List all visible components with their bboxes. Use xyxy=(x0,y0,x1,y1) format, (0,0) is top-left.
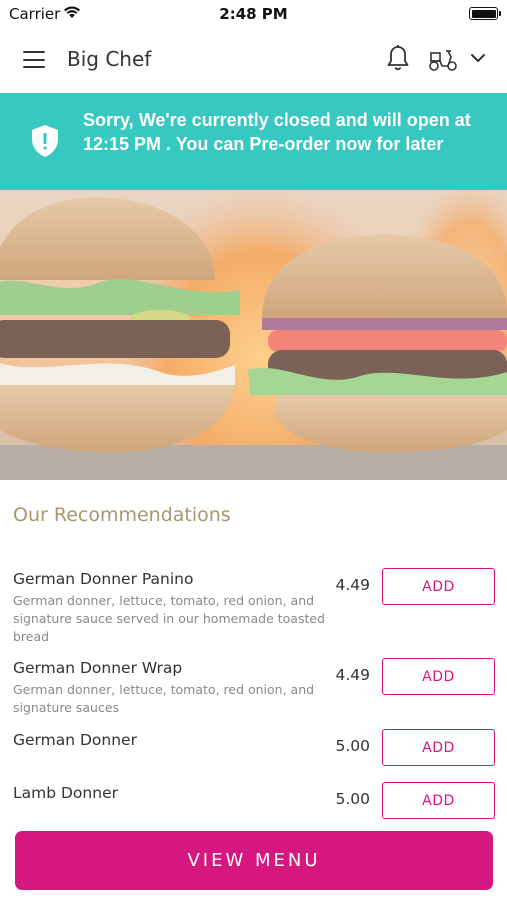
add-button[interactable]: ADD xyxy=(382,729,495,766)
hamburger-menu-icon[interactable] xyxy=(23,51,45,68)
item-name: German Donner Panino xyxy=(13,570,194,588)
add-button[interactable]: ADD xyxy=(382,658,495,695)
status-bar: Carrier 2:48 PM xyxy=(0,0,507,26)
menu-item: German Donner 5.00 ADD xyxy=(0,729,507,771)
item-name: German Donner Wrap xyxy=(13,659,183,677)
chevron-down-icon[interactable] xyxy=(469,51,487,65)
hero-burger-image xyxy=(0,190,507,480)
recommendations-title: Our Recommendations xyxy=(13,504,231,526)
menu-item: German Donner Panino German donner, lett… xyxy=(0,568,507,645)
clock-time: 2:48 PM xyxy=(219,5,288,23)
closed-notice-banner: Sorry, We're currently closed and will o… xyxy=(0,93,507,190)
item-description: German donner, lettuce, tomato, red onio… xyxy=(13,593,325,644)
bell-icon[interactable] xyxy=(385,44,411,72)
item-description: German donner, lettuce, tomato, red onio… xyxy=(13,682,315,715)
item-price: 4.49 xyxy=(335,666,370,684)
add-button[interactable]: ADD xyxy=(382,568,495,605)
closed-message: Sorry, We're currently closed and will o… xyxy=(83,110,471,154)
battery-icon xyxy=(469,7,501,20)
add-button[interactable]: ADD xyxy=(382,782,495,819)
item-price: 5.00 xyxy=(335,737,370,755)
shield-alert-icon xyxy=(32,125,58,157)
restaurant-title: Big Chef xyxy=(67,47,152,71)
menu-item: Lamb Donner 5.00 ADD xyxy=(0,782,507,824)
item-price: 4.49 xyxy=(335,576,370,594)
item-name: German Donner xyxy=(13,731,137,749)
scooter-delivery-icon[interactable] xyxy=(427,46,459,72)
view-menu-button[interactable]: VIEW MENU xyxy=(15,831,493,890)
menu-item: German Donner Wrap German donner, lettuc… xyxy=(0,658,507,715)
item-price: 5.00 xyxy=(335,790,370,808)
app-header: Big Chef xyxy=(0,26,507,93)
item-name: Lamb Donner xyxy=(13,784,118,802)
